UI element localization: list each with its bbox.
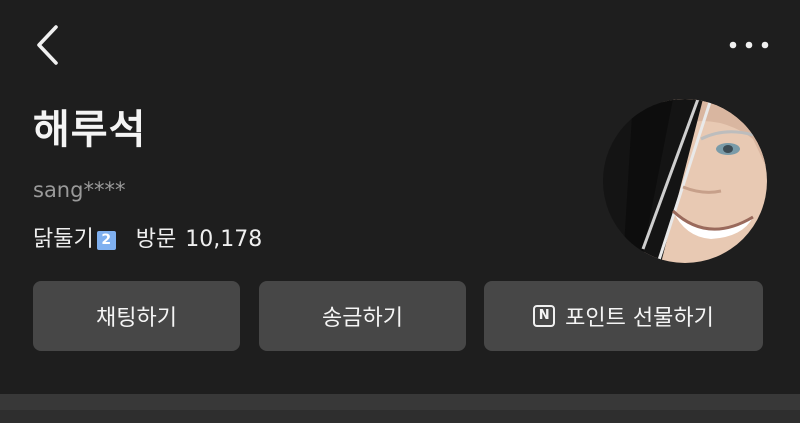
chat-button[interactable]: 채팅하기 [33,281,240,351]
top-bar [0,0,800,90]
avatar-image [603,99,767,263]
section-divider-shadow [0,410,800,423]
send-money-button-label: 송금하기 [322,306,403,331]
chat-button-label: 채팅하기 [96,306,177,331]
avatar[interactable] [603,99,767,263]
send-money-button[interactable]: 송금하기 [259,281,466,351]
level-badge: 2 [96,230,116,250]
visit-count: 10,178 [185,227,263,252]
npay-point-icon: N [533,305,556,327]
back-button[interactable] [30,22,66,68]
level-label: 닭둘기 [33,227,94,252]
more-options-button[interactable] [722,28,776,62]
user-id: sang**** [33,178,126,202]
gift-points-button-label: 포인트 선물하기 [565,306,714,331]
gift-points-button[interactable]: N 포인트 선물하기 [484,281,763,351]
profile-stats: 닭둘기 2 방문 10,178 [33,224,262,256]
chevron-left-icon [37,25,58,65]
more-horizontal-icon [729,41,769,49]
profile-name: 해루석 [33,107,147,153]
visit-label: 방문 [135,227,177,252]
